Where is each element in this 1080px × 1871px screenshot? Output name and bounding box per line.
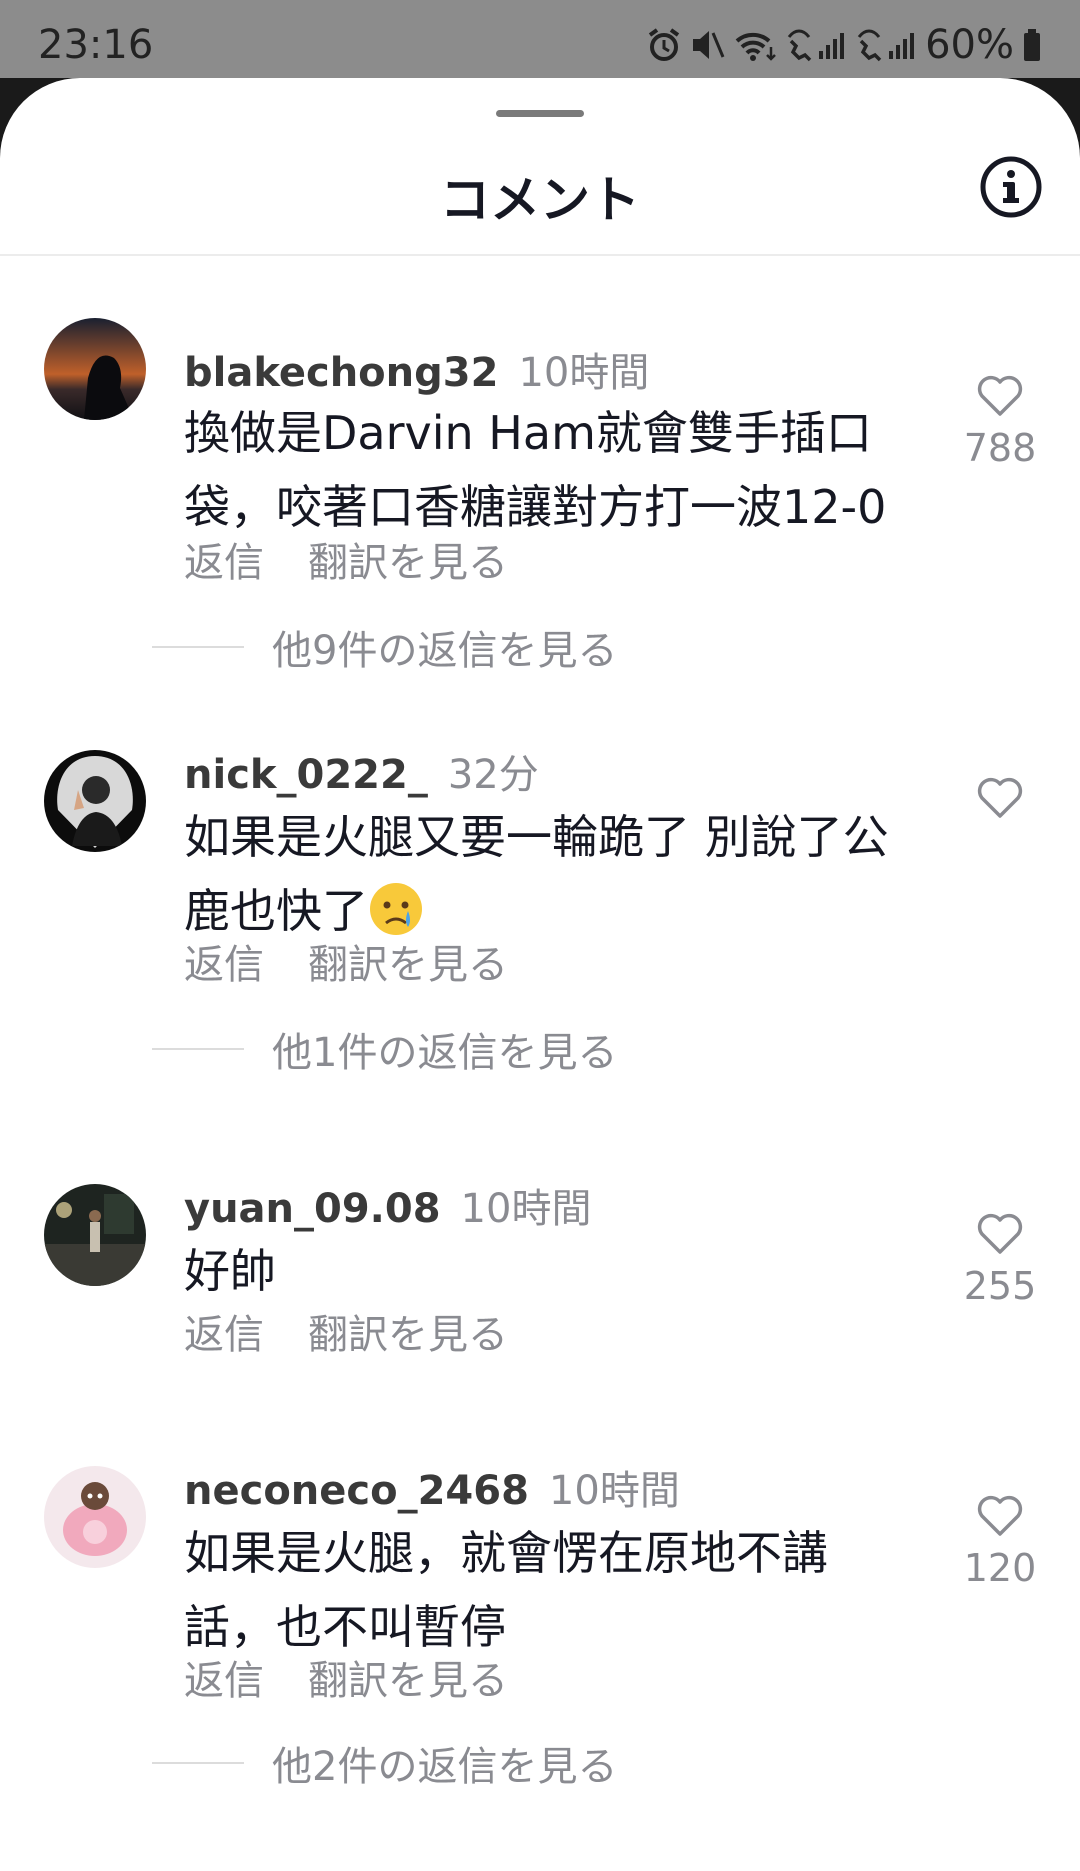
battery-percent: 60%: [925, 22, 1014, 68]
translate-button[interactable]: 翻訳を見る: [308, 1302, 508, 1360]
like-count: 255: [963, 1264, 1037, 1308]
volte-signal-2-icon: [855, 27, 917, 63]
status-icons: 60%: [647, 22, 1042, 68]
comment-time: 10時間: [460, 1186, 592, 1232]
avatar[interactable]: [44, 318, 146, 420]
comment-username[interactable]: neconeco_2468 10時間: [184, 1458, 680, 1516]
translate-button[interactable]: 翻訳を見る: [308, 932, 508, 990]
comment-text: 如果是火腿，就會愣在原地不講 話，也不叫暫停: [184, 1516, 944, 1664]
comment-username[interactable]: yuan_09.08 10時間: [184, 1176, 591, 1234]
reply-button[interactable]: 返信: [184, 1648, 264, 1706]
comment-time: 10時間: [518, 350, 650, 396]
view-more-replies-label[interactable]: 他1件の返信を見る: [272, 1020, 617, 1078]
crying-face-icon: [368, 881, 424, 937]
view-more-replies[interactable]: 他2件の返信を見る: [152, 1734, 617, 1792]
comment-text-line: 好帥: [184, 1244, 276, 1298]
comment-time: 10時間: [548, 1468, 680, 1514]
info-icon[interactable]: [978, 154, 1044, 220]
like-count: 788: [963, 426, 1037, 470]
username-text[interactable]: blakechong32: [184, 350, 498, 396]
comment-text: 換做是Darvin Ham就會雙手插口 袋，咬著口香糖讓對方打一波12-0: [184, 396, 944, 544]
like-count: 120: [963, 1546, 1037, 1590]
replies-divider-line: [152, 646, 244, 648]
battery-icon: [1022, 27, 1042, 63]
reply-button[interactable]: 返信: [184, 932, 264, 990]
view-more-replies[interactable]: 他1件の返信を見る: [152, 1020, 617, 1078]
comment-actions: 返信 翻訳を見る: [184, 932, 508, 990]
like-button[interactable]: [960, 776, 1040, 820]
heart-outline-icon[interactable]: [976, 776, 1024, 820]
heart-outline-icon[interactable]: [976, 1494, 1024, 1538]
header-divider: [0, 254, 1080, 256]
mute-icon: [689, 27, 725, 63]
reply-button[interactable]: 返信: [184, 1302, 264, 1360]
alarm-icon: [647, 27, 681, 63]
translate-button[interactable]: 翻訳を見る: [308, 530, 508, 588]
comment-text: 如果是火腿又要一輪跪了 別說了公 鹿也快了: [184, 800, 944, 948]
wifi-call-icon: [733, 27, 777, 63]
comment-text-line: 如果是火腿，就會愣在原地不講: [184, 1526, 828, 1580]
username-text[interactable]: nick_0222_: [184, 752, 428, 798]
replies-divider-line: [152, 1762, 244, 1764]
comment-text: 好帥: [184, 1234, 944, 1308]
comment-actions: 返信 翻訳を見る: [184, 1648, 508, 1706]
sheet-drag-handle[interactable]: [496, 110, 584, 117]
username-text[interactable]: neconeco_2468: [184, 1468, 529, 1514]
username-text[interactable]: yuan_09.08: [184, 1186, 441, 1232]
comment-text-segment: 鹿也快了: [184, 884, 368, 938]
view-more-replies[interactable]: 他9件の返信を見る: [152, 618, 617, 676]
comment-actions: 返信 翻訳を見る: [184, 1302, 508, 1360]
comments-sheet: コメント blakechong32 10時間 換做是Darvin Ham就會雙手插…: [0, 78, 1080, 1871]
volte-signal-1-icon: [785, 27, 847, 63]
comment-text-line: 換做是Darvin Ham就會雙手插口: [184, 406, 872, 460]
view-more-replies-label[interactable]: 他2件の返信を見る: [272, 1734, 617, 1792]
replies-divider-line: [152, 1048, 244, 1050]
comment-username[interactable]: nick_0222_ 32分: [184, 742, 539, 800]
sheet-title: コメント: [440, 171, 640, 229]
like-button[interactable]: 788: [960, 374, 1040, 470]
view-more-replies-label[interactable]: 他9件の返信を見る: [272, 618, 617, 676]
status-bar: 23:16 60%: [0, 0, 1080, 82]
avatar[interactable]: [44, 1466, 146, 1568]
avatar[interactable]: [44, 1184, 146, 1286]
translate-button[interactable]: 翻訳を見る: [308, 1648, 508, 1706]
like-button[interactable]: 120: [960, 1494, 1040, 1590]
comment-text-line: 如果是火腿又要一輪跪了 別說了公: [184, 810, 889, 864]
like-button[interactable]: 255: [960, 1212, 1040, 1308]
comment-time: 32分: [447, 752, 539, 798]
reply-button[interactable]: 返信: [184, 530, 264, 588]
heart-outline-icon[interactable]: [976, 374, 1024, 418]
comment-actions: 返信 翻訳を見る: [184, 530, 508, 588]
heart-outline-icon[interactable]: [976, 1212, 1024, 1256]
avatar[interactable]: [44, 750, 146, 852]
comment-username[interactable]: blakechong32 10時間: [184, 340, 649, 398]
status-time: 23:16: [38, 22, 154, 68]
